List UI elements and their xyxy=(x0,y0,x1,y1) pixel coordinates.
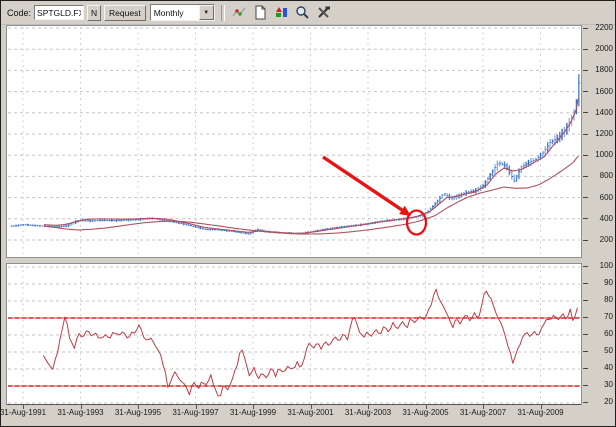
axis-tick-mark xyxy=(583,197,588,198)
axis-tick-label: 20 xyxy=(589,398,613,406)
chart-style-button[interactable] xyxy=(230,3,249,22)
axis-tick-mark xyxy=(583,112,588,113)
axis-tick-label: 31-Aug-2007 xyxy=(455,408,511,417)
axis-tick-label: 60 xyxy=(589,330,613,338)
axis-tick-mark xyxy=(583,218,588,219)
axis-tick-label: 2200 xyxy=(589,24,613,32)
axis-tick-label: 1800 xyxy=(589,66,613,74)
axis-tick-label: 40 xyxy=(589,364,613,372)
axis-tick-label: 1400 xyxy=(589,109,613,117)
axis-tick-label: 80 xyxy=(589,296,613,304)
axis-tick-label: 600 xyxy=(589,194,613,202)
axis-tick-label: 2000 xyxy=(589,45,613,53)
chart-colors-icon xyxy=(274,5,289,20)
axis-tick-mark xyxy=(583,155,588,156)
axis-tick-mark xyxy=(583,70,588,71)
axis-tick-mark xyxy=(583,402,588,403)
axis-tick-label: 70 xyxy=(589,313,613,321)
indicator-chart-svg xyxy=(7,264,581,404)
annotation-circle xyxy=(407,211,426,235)
axis-tick-mark xyxy=(583,300,588,301)
axis-tick-mark xyxy=(583,368,588,369)
axis-tick-mark xyxy=(583,240,588,241)
axis-tick-label: 800 xyxy=(589,172,613,180)
axis-tick-label: 1600 xyxy=(589,88,613,96)
axis-tick-label: 31-Aug-1991 xyxy=(0,408,51,417)
axis-tick-label: 31-Aug-2005 xyxy=(398,408,454,417)
axis-tick-label: 31-Aug-2003 xyxy=(340,408,396,417)
axis-tick-label: 31-Aug-1997 xyxy=(168,408,224,417)
zoom-icon xyxy=(295,5,310,20)
tools-button[interactable] xyxy=(314,3,333,22)
chart-style-icon xyxy=(232,5,247,20)
axis-tick-label: 31-Aug-2001 xyxy=(283,408,339,417)
toolbar: Code: N Request Monthly ▼ xyxy=(1,1,615,25)
axis-tick-label: 1200 xyxy=(589,130,613,138)
axis-tick-label: 31-Aug-1999 xyxy=(225,408,281,417)
price-panel[interactable] xyxy=(6,25,582,258)
axis-tick-mark xyxy=(583,283,588,284)
app-window: Code: N Request Monthly ▼ xyxy=(0,0,616,427)
axis-tick-mark xyxy=(583,351,588,352)
axis-tick-label: 31-Aug-1995 xyxy=(110,408,166,417)
toolbar-separator xyxy=(221,5,225,21)
indicator-panel[interactable] xyxy=(6,263,582,405)
new-document-button[interactable] xyxy=(251,3,270,22)
chevron-down-icon[interactable]: ▼ xyxy=(199,5,214,20)
period-dropdown[interactable]: Monthly ▼ xyxy=(150,4,215,21)
axis-tick-mark xyxy=(583,176,588,177)
zoom-button[interactable] xyxy=(293,3,312,22)
period-dropdown-value: Monthly xyxy=(154,8,184,18)
chart-colors-button[interactable] xyxy=(272,3,291,22)
code-input[interactable] xyxy=(34,5,84,20)
axis-tick-label: 400 xyxy=(589,215,613,223)
axis-tick-mark xyxy=(583,28,588,29)
axis-tick-mark xyxy=(583,91,588,92)
axis-tick-label: 90 xyxy=(589,279,613,287)
n-button[interactable]: N xyxy=(87,5,101,21)
price-chart-svg xyxy=(7,26,581,257)
axis-tick-label: 31-Aug-1993 xyxy=(53,408,109,417)
new-document-icon xyxy=(253,5,268,20)
code-label: Code: xyxy=(7,8,31,18)
axis-tick-mark xyxy=(583,49,588,50)
annotation-arrow xyxy=(323,157,411,216)
axis-tick-mark xyxy=(583,317,588,318)
axis-tick-mark xyxy=(583,385,588,386)
axis-tick-mark xyxy=(583,266,588,267)
axis-tick-mark xyxy=(583,134,588,135)
axis-tick-label: 1000 xyxy=(589,151,613,159)
axis-tick-label: 30 xyxy=(589,381,613,389)
time-axis-line xyxy=(7,404,581,405)
axis-tick-label: 31-Aug-2009 xyxy=(513,408,569,417)
axis-tick-mark xyxy=(583,334,588,335)
tools-icon xyxy=(316,5,331,20)
request-button[interactable]: Request xyxy=(104,5,146,21)
axis-tick-label: 200 xyxy=(589,236,613,244)
axis-tick-label: 50 xyxy=(589,347,613,355)
axis-tick-label: 100 xyxy=(589,262,613,270)
